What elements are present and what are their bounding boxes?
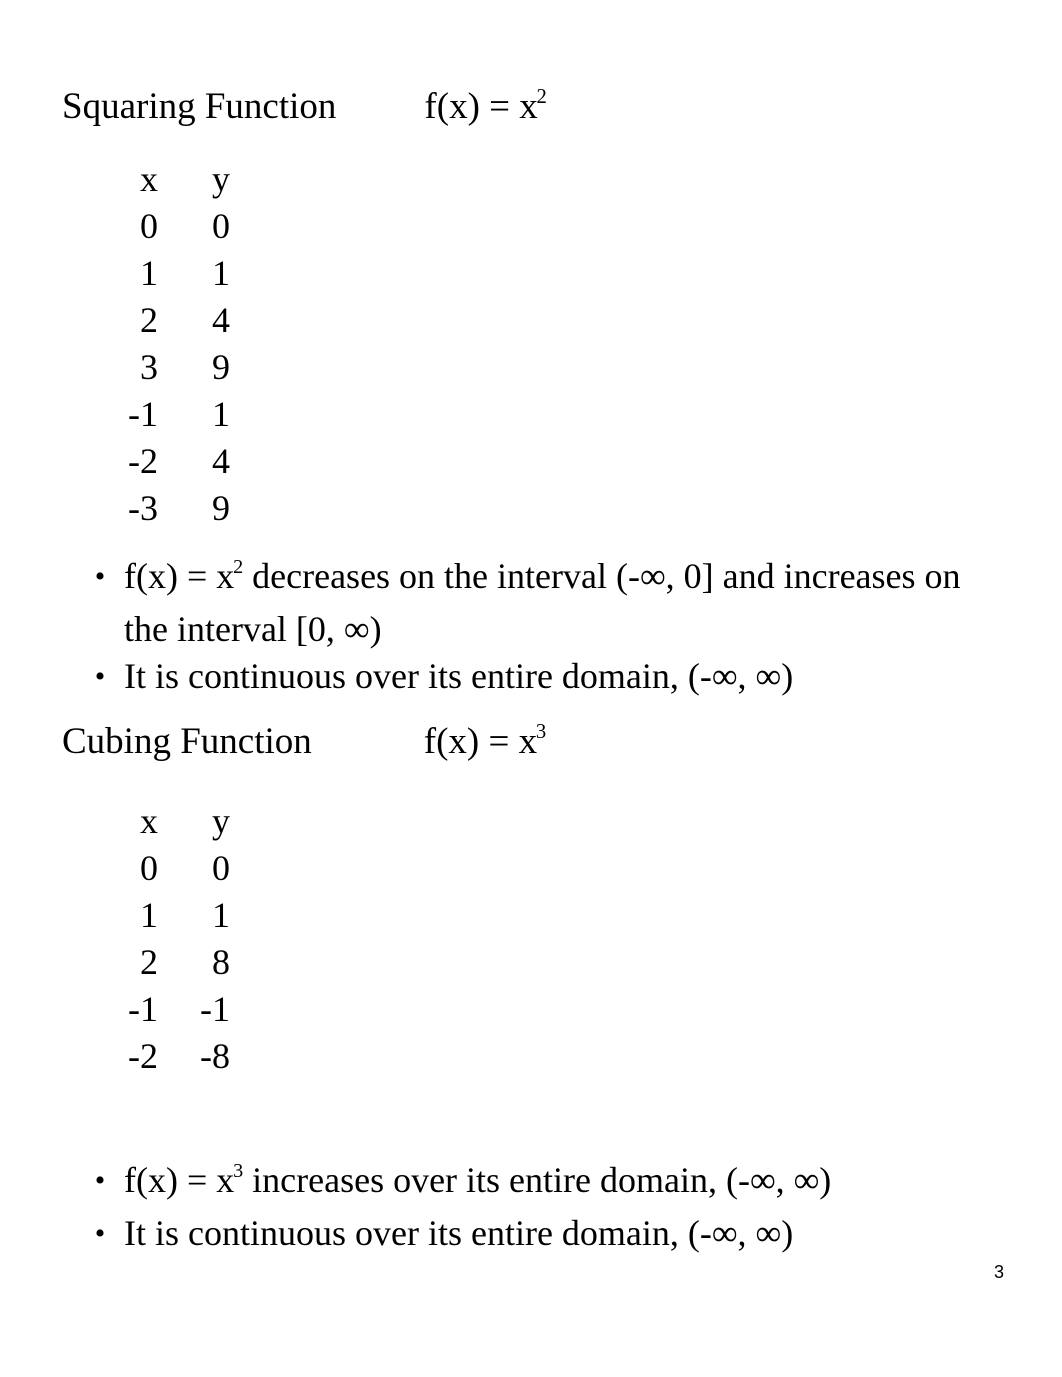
table-row: -3 9 bbox=[106, 484, 230, 531]
bullet-dot-icon: • bbox=[94, 1164, 106, 1197]
cell-x: 1 bbox=[140, 252, 158, 293]
list-item: • f(x) = x3 increases over its entire do… bbox=[88, 1157, 988, 1210]
cell-y: 8 bbox=[212, 941, 230, 982]
cell-x: -2 bbox=[128, 1035, 158, 1076]
cell-x: -1 bbox=[128, 988, 158, 1029]
bullet-dot-icon: • bbox=[94, 1217, 106, 1250]
cell-y: 1 bbox=[212, 894, 230, 935]
bullet-dot-icon: • bbox=[94, 660, 106, 693]
table-row: 1 1 bbox=[106, 249, 230, 296]
cubing-value-table: x y 0 0 1 1 2 8 -1 -1 -2 -8 bbox=[106, 797, 230, 1079]
slide-page: Squaring Function f(x) = x2 x y 0 0 1 1 2… bbox=[0, 0, 1062, 1377]
squaring-formula-base: f(x) = x bbox=[424, 86, 538, 127]
squaring-bullet-list: • f(x) = x2 decreases on the interval (-… bbox=[88, 553, 988, 700]
table-row: -2 -8 bbox=[106, 1032, 230, 1079]
bullet-text: f(x) = x2 decreases on the interval (-∞,… bbox=[124, 553, 988, 653]
cubing-bullet-list: • f(x) = x3 increases over its entire do… bbox=[88, 1157, 988, 1257]
list-item: • It is continuous over its entire domai… bbox=[88, 1210, 988, 1257]
cell-y: -8 bbox=[200, 1035, 230, 1076]
cubing-function-title: Cubing Function bbox=[62, 721, 312, 762]
table-row: 0 0 bbox=[106, 202, 230, 249]
bullet-text: It is continuous over its entire domain,… bbox=[124, 653, 988, 700]
heading-cubing-function: Cubing Function f(x) = x3 bbox=[62, 720, 962, 762]
cell-y: 0 bbox=[212, 205, 230, 246]
squaring-function-title: Squaring Function bbox=[62, 86, 337, 127]
cell-x: 0 bbox=[140, 205, 158, 246]
cell-x: 2 bbox=[140, 299, 158, 340]
cell-y: 1 bbox=[212, 393, 230, 434]
cell-y: 9 bbox=[212, 487, 230, 528]
bullet-exponent: 2 bbox=[233, 556, 244, 579]
table-row: -1 -1 bbox=[106, 985, 230, 1032]
cell-x: -3 bbox=[128, 487, 158, 528]
squaring-function-formula: f(x) = x2 bbox=[424, 85, 547, 127]
column-header-y: y bbox=[212, 158, 230, 199]
squaring-formula-exponent: 2 bbox=[536, 85, 547, 108]
heading-squaring-function: Squaring Function f(x) = x2 bbox=[62, 85, 962, 127]
cell-x: 1 bbox=[140, 894, 158, 935]
list-item: • f(x) = x2 decreases on the interval (-… bbox=[88, 553, 988, 653]
cell-x: 3 bbox=[140, 346, 158, 387]
bullet-pre: f(x) = x bbox=[124, 556, 235, 596]
cell-y: 9 bbox=[212, 346, 230, 387]
table-row: 2 4 bbox=[106, 296, 230, 343]
cell-y: 0 bbox=[212, 847, 230, 888]
bullet-text: f(x) = x3 increases over its entire doma… bbox=[124, 1157, 988, 1210]
bullet-post: It is continuous over its entire domain,… bbox=[124, 1213, 794, 1253]
cubing-formula-exponent: 3 bbox=[535, 720, 547, 743]
bullet-post: It is continuous over its entire domain,… bbox=[124, 656, 794, 696]
table-row: 0 0 bbox=[106, 844, 230, 891]
cell-y: 1 bbox=[212, 252, 230, 293]
table-header-row: x y bbox=[106, 797, 230, 844]
cubing-function-formula: f(x) = x3 bbox=[423, 720, 547, 762]
bullet-exponent: 3 bbox=[233, 1160, 244, 1183]
table-row: 3 9 bbox=[106, 343, 230, 390]
cell-x: -2 bbox=[128, 440, 158, 481]
cell-x: 0 bbox=[140, 847, 158, 888]
cell-y: -1 bbox=[200, 988, 230, 1029]
table-header-row: x y bbox=[106, 155, 230, 202]
table-row: -2 4 bbox=[106, 437, 230, 484]
cell-x: 2 bbox=[140, 941, 158, 982]
cell-x: -1 bbox=[128, 393, 158, 434]
page-number: 3 bbox=[993, 1262, 1004, 1282]
column-header-y: y bbox=[212, 800, 230, 841]
table-row: -1 1 bbox=[106, 390, 230, 437]
bullet-dot-icon: • bbox=[94, 560, 106, 593]
cell-y: 4 bbox=[212, 440, 230, 481]
table-row: 1 1 bbox=[106, 891, 230, 938]
bullet-post: increases over its entire domain, (-∞, ∞… bbox=[243, 1160, 832, 1200]
bullet-pre: f(x) = x bbox=[124, 1160, 235, 1200]
cubing-formula-base: f(x) = x bbox=[423, 721, 538, 762]
bullet-post: decreases on the interval (-∞, 0] and in… bbox=[124, 556, 961, 649]
cell-y: 4 bbox=[212, 299, 230, 340]
column-header-x: x bbox=[140, 800, 158, 841]
bullet-text: It is continuous over its entire domain,… bbox=[124, 1210, 988, 1257]
squaring-value-table: x y 0 0 1 1 2 4 3 9 -1 1 -2 4 -3 9 bbox=[106, 155, 230, 531]
table-row: 2 8 bbox=[106, 938, 230, 985]
column-header-x: x bbox=[140, 158, 158, 199]
list-item: • It is continuous over its entire domai… bbox=[88, 653, 988, 700]
